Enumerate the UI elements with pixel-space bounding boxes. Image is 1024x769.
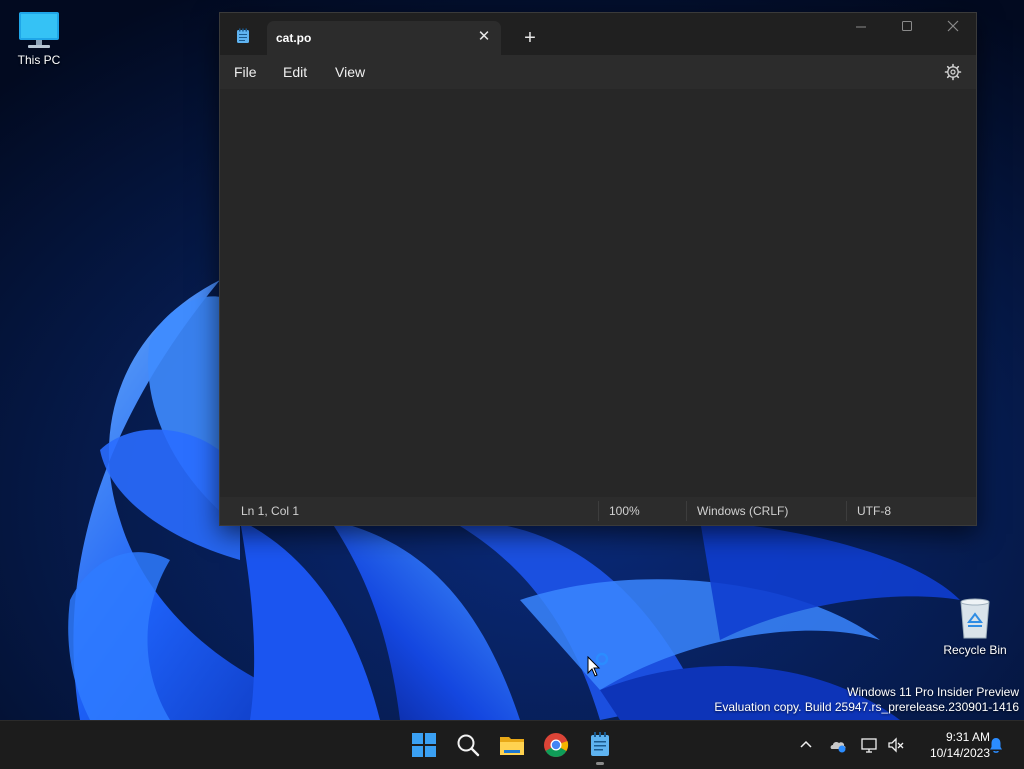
maximize-icon <box>902 21 912 31</box>
chrome-icon <box>544 733 569 758</box>
minimize-icon <box>856 26 866 28</box>
status-divider <box>598 501 599 521</box>
settings-gear-icon[interactable] <box>944 63 962 81</box>
watermark-line: Evaluation copy. Build 25947.rs_prerelea… <box>714 700 1019 714</box>
watermark-line: Windows 11 Pro Insider Preview <box>847 685 1019 699</box>
text-editor-area[interactable] <box>220 89 976 495</box>
monitor-icon <box>19 12 59 48</box>
tab-title: cat.po <box>276 31 312 45</box>
taskbar: 9:31 AM 10/14/2023 <box>0 720 1024 769</box>
notepad-taskbar-button[interactable] <box>584 729 616 761</box>
new-tab-button[interactable]: + <box>520 28 540 49</box>
system-clock[interactable]: 9:31 AM 10/14/2023 <box>910 729 990 761</box>
file-explorer-button[interactable] <box>496 729 528 761</box>
line-ending[interactable]: Windows (CRLF) <box>697 504 788 518</box>
start-button[interactable] <box>408 729 440 761</box>
status-bar: Ln 1, Col 1 100% Windows (CRLF) UTF-8 <box>220 497 976 525</box>
onedrive-icon[interactable] <box>828 735 848 755</box>
loading-spinner-icon <box>595 652 609 666</box>
desktop-icon-label: Recycle Bin <box>943 643 1007 657</box>
menu-view[interactable]: View <box>335 64 365 80</box>
status-divider <box>846 501 847 521</box>
menu-bar: File Edit View <box>220 55 976 89</box>
volume-muted-icon[interactable] <box>886 735 906 755</box>
recycle-bin-icon <box>960 598 990 639</box>
encoding[interactable]: UTF-8 <box>857 504 891 518</box>
search-button[interactable] <box>452 729 484 761</box>
network-icon[interactable] <box>860 735 880 755</box>
clock-time: 9:31 AM <box>945 730 990 744</box>
notepad-icon <box>591 732 609 756</box>
tab-cat-po[interactable]: cat.po ✕ <box>267 21 501 55</box>
chevron-up-icon[interactable] <box>796 735 816 755</box>
notification-bell-icon[interactable] <box>986 735 1006 755</box>
active-app-indicator <box>596 762 604 765</box>
close-icon <box>947 20 959 32</box>
search-icon <box>457 734 480 757</box>
clock-date: 10/14/2023 <box>929 746 990 760</box>
close-tab-icon[interactable]: ✕ <box>475 28 493 46</box>
windows-start-icon <box>412 733 436 757</box>
file-explorer-icon <box>500 737 524 755</box>
menu-edit[interactable]: Edit <box>283 64 307 80</box>
notepad-window: cat.po ✕ + File Edit View Ln 1, Col 1 10… <box>219 12 977 526</box>
notepad-icon <box>237 28 249 43</box>
menu-file[interactable]: File <box>234 64 257 80</box>
status-divider <box>686 501 687 521</box>
desktop-icon-recycle-bin[interactable]: Recycle Bin <box>935 596 1015 657</box>
maximize-button[interactable] <box>885 17 929 45</box>
zoom-level[interactable]: 100% <box>609 504 640 518</box>
cursor-position: Ln 1, Col 1 <box>241 504 300 518</box>
desktop-icon-label: This PC <box>17 53 61 67</box>
desktop-icon-this-pc[interactable]: This PC <box>0 10 79 67</box>
title-bar[interactable]: cat.po ✕ + <box>220 13 976 55</box>
build-watermark: Windows 11 Pro Insider Preview Evaluatio… <box>714 685 1019 715</box>
chrome-button[interactable] <box>540 729 572 761</box>
minimize-button[interactable] <box>839 17 883 45</box>
close-window-button[interactable] <box>931 17 975 45</box>
